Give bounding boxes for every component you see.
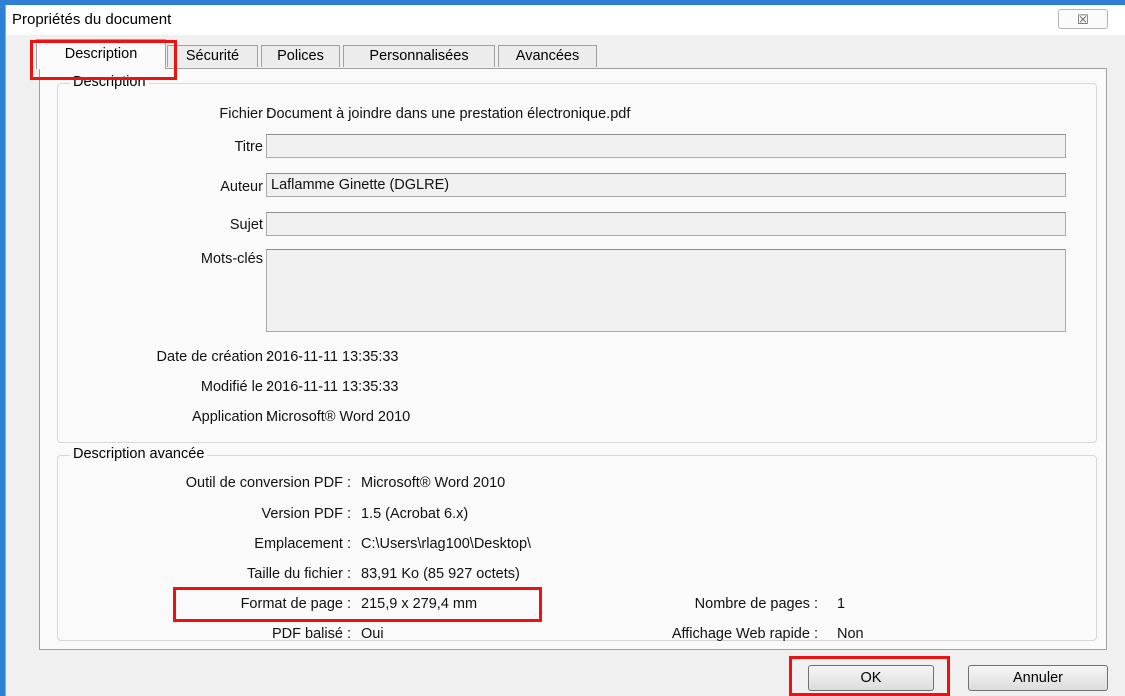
auteur-field[interactable]: Laflamme Ginette (DGLRE) xyxy=(266,173,1066,197)
auteur-label: Auteur : xyxy=(220,179,271,195)
advanced-description-group: Description avancée Outil de conversion … xyxy=(57,446,1097,642)
tab-panel: Description Fichier : Document à joindre… xyxy=(39,68,1107,650)
sujet-label: Sujet : xyxy=(229,217,271,233)
outil-conversion-value: Microsoft® Word 2010 xyxy=(361,475,506,491)
taille-fichier-label: Taille du fichier : xyxy=(247,566,351,582)
mots-cles-field[interactable] xyxy=(266,249,1066,332)
ok-highlight-box xyxy=(789,656,950,696)
mots-cles-label: Mots-clés : xyxy=(200,251,271,267)
application-value: Microsoft® Word 2010 xyxy=(266,409,411,425)
description-group: Description Fichier : Document à joindre… xyxy=(57,74,1097,443)
sujet-field[interactable] xyxy=(266,212,1066,236)
outil-conversion-label: Outil de conversion PDF : xyxy=(185,475,351,491)
pdf-balise-label: PDF balisé : xyxy=(272,626,351,642)
titre-field[interactable] xyxy=(266,134,1066,158)
emplacement-value: C:\Users\rlag100\Desktop\ xyxy=(361,536,532,552)
format-page-highlight-box xyxy=(173,587,542,622)
modifie-label: Modifié le : xyxy=(200,379,271,395)
tab-securite[interactable]: Sécurité xyxy=(167,45,258,67)
tab-highlight-box xyxy=(30,40,177,80)
modifie-value: 2016-11-11 13:35:33 xyxy=(266,379,399,395)
pdf-balise-value: Oui xyxy=(361,626,384,642)
tab-polices[interactable]: Polices xyxy=(261,45,340,67)
tab-personnalisees[interactable]: Personnalisées xyxy=(343,45,495,67)
cancel-button[interactable]: Annuler xyxy=(968,665,1108,691)
version-pdf-value: 1.5 (Acrobat 6.x) xyxy=(361,506,469,522)
affichage-web-value: Non xyxy=(837,626,864,642)
nombre-pages-value: 1 xyxy=(837,596,846,612)
advanced-legend: Description avancée xyxy=(70,446,208,462)
title-bar[interactable]: Propriétés du document ☒ xyxy=(6,5,1125,35)
fichier-value: Document à joindre dans une prestation é… xyxy=(266,106,631,122)
date-creation-label: Date de création : xyxy=(156,349,271,365)
fichier-label: Fichier : xyxy=(219,106,271,122)
version-pdf-label: Version PDF : xyxy=(261,506,351,522)
tab-avancees[interactable]: Avancées xyxy=(498,45,597,67)
document-properties-dialog: Propriétés du document ☒ Description Séc… xyxy=(5,5,1125,696)
date-creation-value: 2016-11-11 13:35:33 xyxy=(266,349,399,365)
affichage-web-label: Affichage Web rapide : xyxy=(671,626,818,642)
close-button[interactable]: ☒ xyxy=(1058,9,1108,29)
application-label: Application : xyxy=(192,409,271,425)
emplacement-label: Emplacement : xyxy=(254,536,351,552)
taille-fichier-value: 83,91 Ko (85 927 octets) xyxy=(361,566,520,582)
window-title: Propriétés du document xyxy=(12,11,172,28)
nombre-pages-label: Nombre de pages : xyxy=(694,596,818,612)
